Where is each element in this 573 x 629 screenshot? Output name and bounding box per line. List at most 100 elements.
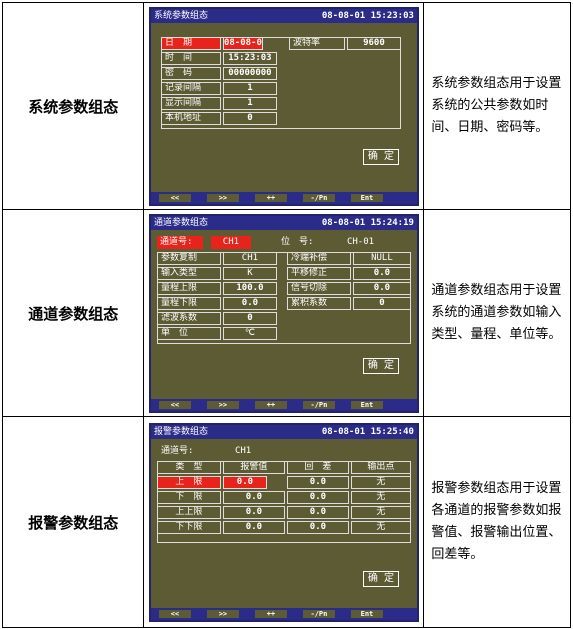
next-key[interactable]: >> <box>206 193 239 202</box>
screen-clock: 08-08-01 15:24:19 <box>321 217 414 228</box>
row-title: 通道参数组态 <box>1 209 145 417</box>
alarm-hysteresis[interactable]: 0.0 <box>286 520 349 534</box>
field-label: 量程下限 <box>156 296 221 310</box>
field-label: 日 期 <box>160 36 221 50</box>
field-label: 量程上限 <box>156 281 221 295</box>
record-interval-value[interactable]: 1 <box>222 81 277 95</box>
screen-cell: 通道参数组态 08-08-01 15:24:19 通道号: CH1 位 号: C… <box>143 209 425 417</box>
column-header: 类 型 <box>156 460 221 474</box>
baud-label: 波特率 <box>288 36 345 50</box>
doc-table: 系统参数组态 系统参数组态 08-08-01 15:23:03 日 期 08-0… <box>1 2 571 628</box>
confirm-button[interactable]: 确 定 <box>362 148 399 165</box>
page-key[interactable]: -/Pn <box>302 193 335 202</box>
field-value[interactable]: 0.0 <box>352 281 411 295</box>
prev-key[interactable]: << <box>158 609 191 618</box>
screen-cell: 系统参数组态 08-08-01 15:23:03 日 期 08-08-01 时 … <box>143 2 425 210</box>
tag-value[interactable]: CH-01 <box>347 236 374 249</box>
alarm-value[interactable]: 0.0 <box>222 505 285 519</box>
enter-key[interactable]: Ent <box>350 400 383 409</box>
channel-config-screen: 通道参数组态 08-08-01 15:24:19 通道号: CH1 位 号: C… <box>148 213 419 413</box>
baud-value[interactable]: 9600 <box>346 36 401 50</box>
table-row: 通道参数组态 通道参数组态 08-08-01 15:24:19 通道号: CH1… <box>1 209 571 417</box>
page-key[interactable]: -/Pn <box>302 400 335 409</box>
alarm-type[interactable]: 上 限 <box>156 475 221 489</box>
field-label: 记录间隔 <box>160 81 221 95</box>
field-label: 输入类型 <box>156 266 221 280</box>
screen-title-bar: 报警参数组态 08-08-01 15:25:40 <box>150 424 417 439</box>
alarm-hysteresis[interactable]: 0.0 <box>286 475 349 489</box>
channel-label: 通道号: <box>156 235 203 249</box>
field-value[interactable]: CH1 <box>222 251 277 265</box>
field-value[interactable]: 0 <box>222 311 277 325</box>
next-key[interactable]: >> <box>206 400 239 409</box>
screen-cell: 报警参数组态 08-08-01 15:25:40 通道号: CH1 类 型 报警… <box>143 416 425 628</box>
alarm-value[interactable]: 0.0 <box>222 490 285 504</box>
field-value[interactable]: 0.0 <box>352 266 411 280</box>
row-title: 报警参数组态 <box>1 416 145 628</box>
field-label: 信号切除 <box>286 281 351 295</box>
page-key[interactable]: -/Pn <box>302 609 335 618</box>
fkey-bar: << >> ++ -/Pn Ent <box>150 398 417 411</box>
display-interval-value[interactable]: 1 <box>222 96 277 110</box>
channel-value[interactable]: CH1 <box>235 445 251 458</box>
channel-label: 通道号: <box>160 445 194 456</box>
date-value[interactable]: 08-08-01 <box>222 36 263 50</box>
alarm-value[interactable]: 0.0 <box>222 520 285 534</box>
alarm-type[interactable]: 下下限 <box>156 520 221 534</box>
alarm-output[interactable]: 无 <box>350 475 411 489</box>
increment-key[interactable]: ++ <box>254 609 287 618</box>
field-label: 冷端补偿 <box>286 251 351 265</box>
row-description: 报警参数组态用于设置各通道的报警参数如报警值、报警输出位置、回差等。 <box>423 416 571 628</box>
field-label: 密 码 <box>160 66 221 80</box>
screen-title-bar: 通道参数组态 08-08-01 15:24:19 <box>150 215 417 230</box>
table-row: 系统参数组态 系统参数组态 08-08-01 15:23:03 日 期 08-0… <box>1 2 571 210</box>
screen-clock: 08-08-01 15:25:40 <box>321 426 414 437</box>
field-value[interactable]: ℃ <box>222 326 277 340</box>
increment-key[interactable]: ++ <box>254 400 287 409</box>
enter-key[interactable]: Ent <box>350 193 383 202</box>
tag-label: 位 号: <box>280 236 314 247</box>
system-config-screen: 系统参数组态 08-08-01 15:23:03 日 期 08-08-01 时 … <box>148 6 419 206</box>
field-label: 滤波系数 <box>156 311 221 325</box>
column-header: 回 差 <box>286 460 349 474</box>
field-value[interactable]: 0.0 <box>222 296 277 310</box>
device-address-value[interactable]: 0 <box>222 111 277 125</box>
next-key[interactable]: >> <box>206 609 239 618</box>
screen-title: 系统参数组态 <box>153 10 208 21</box>
password-value[interactable]: 00000000 <box>222 66 277 80</box>
alarm-output[interactable]: 无 <box>350 490 411 504</box>
enter-key[interactable]: Ent <box>350 609 383 618</box>
column-header: 报警值 <box>222 460 285 474</box>
fkey-bar: << >> ++ -/Pn Ent <box>150 607 417 620</box>
field-label: 本机地址 <box>160 111 221 125</box>
field-value[interactable]: NULL <box>352 251 411 265</box>
screen-clock: 08-08-01 15:23:03 <box>321 10 414 21</box>
row-title: 系统参数组态 <box>1 2 145 210</box>
alarm-type[interactable]: 下 限 <box>156 490 221 504</box>
alarm-output[interactable]: 无 <box>350 505 411 519</box>
prev-key[interactable]: << <box>158 193 191 202</box>
confirm-button[interactable]: 确 定 <box>362 570 399 587</box>
field-value[interactable]: 100.0 <box>222 281 277 295</box>
prev-key[interactable]: << <box>158 400 191 409</box>
alarm-hysteresis[interactable]: 0.0 <box>286 490 349 504</box>
field-label: 累积系数 <box>286 296 351 310</box>
confirm-button[interactable]: 确 定 <box>362 357 399 374</box>
alarm-hysteresis[interactable]: 0.0 <box>286 505 349 519</box>
alarm-output[interactable]: 无 <box>350 520 411 534</box>
row-description: 系统参数组态用于设置系统的公共参数如时间、日期、密码等。 <box>423 2 571 210</box>
field-label: 参数复制 <box>156 251 221 265</box>
field-value[interactable]: K <box>222 266 277 280</box>
time-value[interactable]: 15:23:03 <box>222 51 277 65</box>
field-value[interactable]: 0 <box>352 296 411 310</box>
alarm-value[interactable]: 0.0 <box>222 475 267 489</box>
increment-key[interactable]: ++ <box>254 193 287 202</box>
fkey-bar: << >> ++ -/Pn Ent <box>150 191 417 204</box>
column-header: 输出点 <box>350 460 411 474</box>
alarm-type[interactable]: 上上限 <box>156 505 221 519</box>
row-description: 通道参数组态用于设置系统的通道参数如输入类型、量程、单位等。 <box>423 209 571 417</box>
channel-value[interactable]: CH1 <box>210 235 251 249</box>
table-row: 报警参数组态 报警参数组态 08-08-01 15:25:40 通道号: CH1… <box>1 416 571 628</box>
field-label: 显示间隔 <box>160 96 221 110</box>
field-label: 时 间 <box>160 51 221 65</box>
